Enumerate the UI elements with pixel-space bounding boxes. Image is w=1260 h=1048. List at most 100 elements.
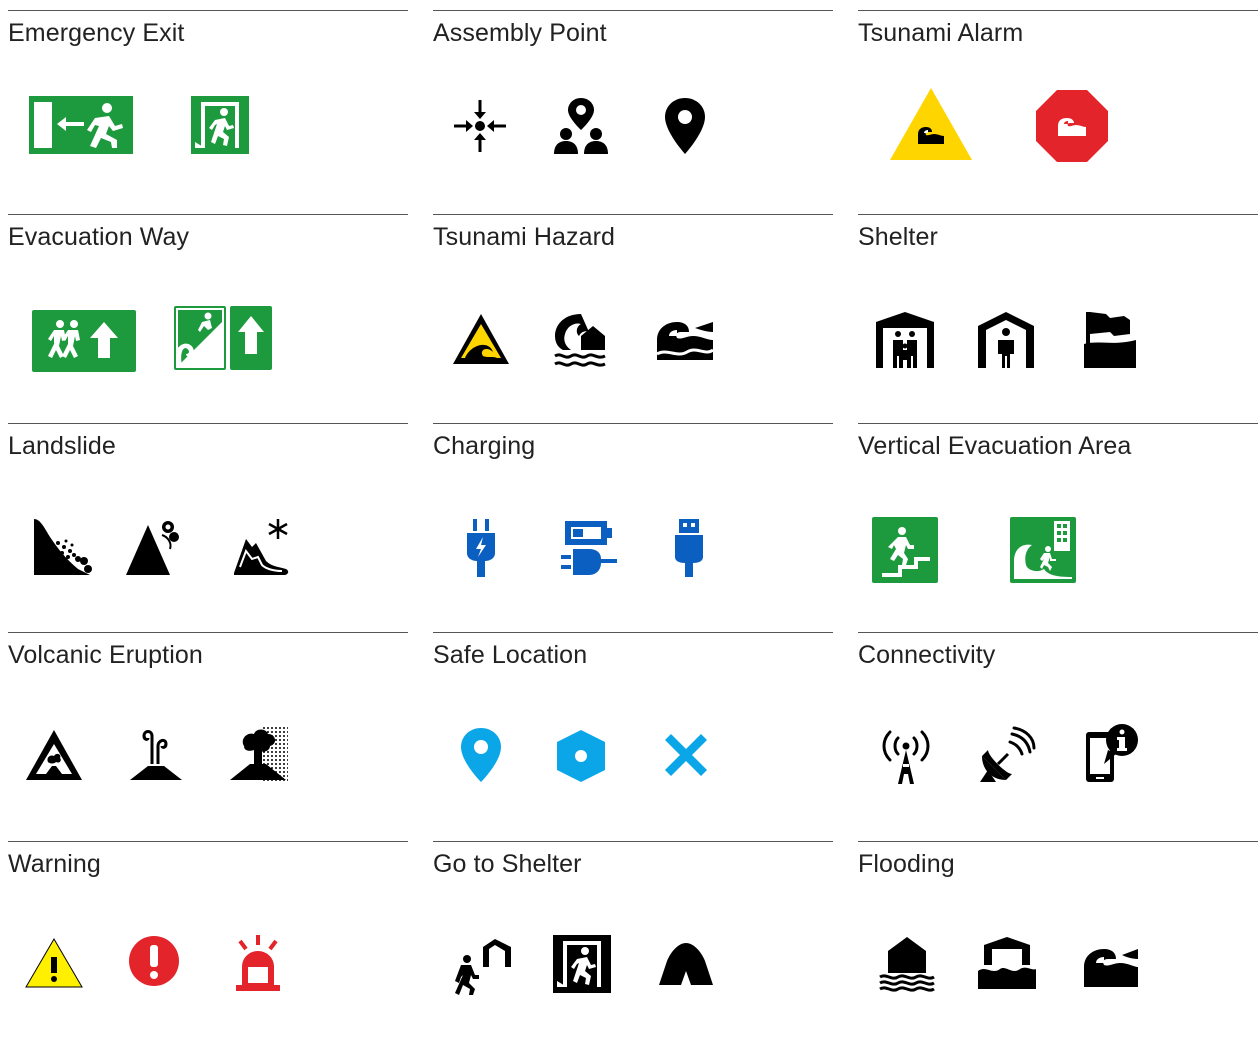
divider — [858, 841, 1258, 842]
safe-hexagon-icon — [553, 728, 609, 784]
divider — [858, 214, 1258, 215]
flood-house-icon — [878, 935, 936, 993]
category-tsunami-hazard: Tsunami Hazard — [433, 214, 833, 394]
category-flooding: Flooding — [858, 841, 1258, 1021]
icon-row — [433, 913, 833, 1003]
category-title: Connectivity — [858, 641, 996, 669]
icon-row — [8, 495, 408, 585]
category-title: Tsunami Hazard — [433, 223, 616, 251]
divider — [858, 632, 1258, 633]
assembly-people-pin-icon — [552, 96, 610, 156]
icon-row — [8, 82, 408, 172]
assembly-arrows-icon — [452, 98, 508, 154]
volcano-triangle-icon — [24, 728, 84, 782]
divider — [8, 632, 408, 633]
category-tsunami-alarm: Tsunami Alarm — [858, 10, 1258, 190]
divider — [433, 214, 833, 215]
category-title: Charging — [433, 432, 536, 460]
icon-row — [433, 82, 833, 172]
vertical-evacuation-building-icon — [1010, 517, 1076, 583]
run-to-shelter-icon — [453, 937, 513, 995]
category-title: Warning — [8, 850, 101, 878]
category-title: Assembly Point — [433, 19, 607, 47]
divider — [8, 214, 408, 215]
flood-building-icon — [978, 935, 1036, 989]
divider — [858, 423, 1258, 424]
warning-triangle-icon — [24, 937, 84, 989]
shelter-flag-icon — [1084, 310, 1138, 368]
divider — [433, 841, 833, 842]
tsunami-hazard-triangle-icon — [451, 312, 511, 366]
icon-row — [433, 495, 833, 585]
divider — [8, 841, 408, 842]
tsunami-wave-house-icon — [551, 310, 609, 368]
siren-icon — [234, 933, 282, 991]
exit-door-sign-icon — [191, 96, 249, 154]
landslide-snow-icon — [232, 517, 292, 575]
volcano-steam-icon — [128, 726, 184, 782]
tsunami-wave-icon — [655, 320, 715, 362]
divider — [858, 10, 1258, 11]
icon-row — [858, 913, 1258, 1003]
shelter-family-icon — [876, 312, 934, 368]
category-charging: Charging — [433, 423, 833, 603]
safe-x-icon — [661, 730, 711, 780]
category-title: Landslide — [8, 432, 116, 460]
divider — [433, 423, 833, 424]
category-title: Vertical Evacuation Area — [858, 432, 1132, 460]
category-title: Evacuation Way — [8, 223, 190, 251]
divider — [8, 10, 408, 11]
hazard-icon-grid: Emergency Exit Assembly Point Tsunami Al… — [0, 0, 1260, 1048]
category-emergency-exit: Emergency Exit — [8, 10, 408, 190]
divider — [433, 632, 833, 633]
tsunami-alarm-octagon-icon — [1036, 90, 1108, 162]
charging-battery-plug-icon — [559, 519, 617, 577]
divider — [8, 423, 408, 424]
exit-door-runner-icon — [553, 935, 611, 993]
category-shelter: Shelter — [858, 214, 1258, 394]
icon-row — [858, 704, 1258, 794]
exit-left-sign-icon — [29, 96, 133, 154]
shelter-person-icon — [978, 312, 1034, 368]
charging-usb-icon — [675, 519, 703, 577]
vertical-evacuation-stairs-icon — [872, 517, 938, 583]
tent-icon — [659, 941, 713, 987]
category-title: Safe Location — [433, 641, 588, 669]
icon-row — [8, 913, 408, 1003]
antenna-signal-icon — [876, 726, 936, 784]
category-title: Tsunami Alarm — [858, 19, 1024, 47]
icon-row — [8, 286, 408, 376]
icon-row — [433, 286, 833, 376]
category-title: Go to Shelter — [433, 850, 582, 878]
icon-row — [858, 495, 1258, 585]
location-pin-icon — [663, 96, 707, 156]
category-go-to-shelter: Go to Shelter — [433, 841, 833, 1021]
category-warning: Warning — [8, 841, 408, 1021]
charging-plug-icon — [467, 519, 495, 577]
category-connectivity: Connectivity — [858, 632, 1258, 812]
icon-row — [8, 704, 408, 794]
tsunami-alarm-triangle-icon — [888, 86, 974, 162]
evacuation-people-arrow-icon — [32, 310, 136, 372]
category-title: Emergency Exit — [8, 19, 185, 47]
category-safe-location: Safe Location — [433, 632, 833, 812]
category-evacuation-way: Evacuation Way — [8, 214, 408, 394]
safe-pin-icon — [459, 726, 503, 784]
divider — [433, 10, 833, 11]
category-vertical-evacuation-area: Vertical Evacuation Area — [858, 423, 1258, 603]
category-title: Flooding — [858, 850, 955, 878]
category-title: Volcanic Eruption — [8, 641, 203, 669]
volcano-ash-icon — [230, 726, 290, 782]
category-landslide: Landslide — [8, 423, 408, 603]
category-title: Shelter — [858, 223, 938, 251]
flood-wave-icon — [1082, 947, 1140, 989]
icon-row — [433, 704, 833, 794]
alert-circle-icon — [128, 935, 180, 987]
icon-row — [858, 82, 1258, 172]
landslide-slope-icon — [34, 519, 92, 575]
evacuation-uphill-arrow-icon — [174, 306, 272, 370]
phone-info-icon — [1084, 724, 1140, 784]
category-assembly-point: Assembly Point — [433, 10, 833, 190]
landslide-mountain-icon — [126, 519, 182, 575]
satellite-dish-icon — [978, 726, 1036, 784]
